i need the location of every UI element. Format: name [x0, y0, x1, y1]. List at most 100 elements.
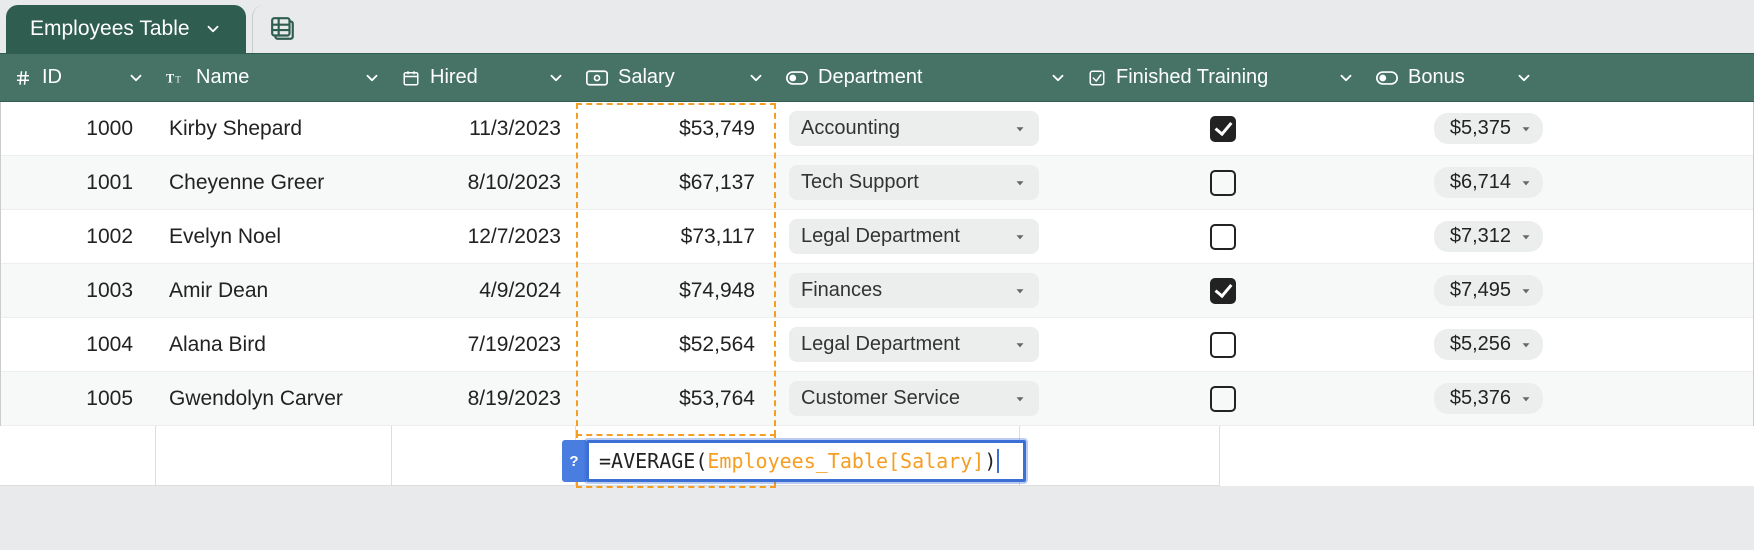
bonus-select[interactable]: $7,312: [1434, 221, 1543, 252]
chevron-down-icon[interactable]: [204, 20, 222, 38]
cell-name[interactable]: Kirby Shepard: [157, 102, 393, 155]
formula-help-button[interactable]: ?: [562, 440, 586, 482]
finished-training-checkbox[interactable]: [1210, 116, 1236, 142]
caret-down-icon: [1013, 122, 1027, 136]
empty-cell[interactable]: [1020, 426, 1220, 486]
svg-text:T: T: [175, 74, 181, 84]
column-header-bonus[interactable]: Bonus: [1366, 54, 1556, 101]
caret-down-icon: [1519, 122, 1533, 136]
chevron-down-icon[interactable]: [1505, 69, 1533, 87]
column-header-id[interactable]: ID: [0, 54, 156, 101]
cell-salary[interactable]: $74,948: [577, 264, 777, 317]
department-select[interactable]: Customer Service: [789, 381, 1039, 416]
chevron-down-icon[interactable]: [537, 69, 565, 87]
cell-id[interactable]: 1003: [1, 264, 157, 317]
cell-salary[interactable]: $67,137: [577, 156, 777, 209]
department-select[interactable]: Legal Department: [789, 327, 1039, 362]
cell-hired[interactable]: 11/3/2023: [393, 102, 577, 155]
cell-finished-training[interactable]: [1079, 210, 1367, 263]
cell-department[interactable]: Legal Department: [777, 210, 1079, 263]
chevron-down-icon[interactable]: [1039, 69, 1067, 87]
finished-training-checkbox[interactable]: [1210, 386, 1236, 412]
caret-down-icon: [1519, 176, 1533, 190]
table-grid-icon: [270, 16, 296, 42]
empty-cell[interactable]: [392, 426, 576, 486]
text-type-icon: TT: [166, 69, 186, 87]
bonus-select[interactable]: $6,714: [1434, 167, 1543, 198]
add-view-button[interactable]: [252, 5, 314, 53]
bonus-select[interactable]: $5,256: [1434, 329, 1543, 360]
department-select[interactable]: Legal Department: [789, 219, 1039, 254]
formula-input[interactable]: =AVERAGE(Employees_Table[Salary]): [586, 440, 1026, 482]
finished-training-checkbox[interactable]: [1210, 224, 1236, 250]
finished-training-checkbox[interactable]: [1210, 332, 1236, 358]
chevron-down-icon[interactable]: [353, 69, 381, 87]
cell-id[interactable]: 1001: [1, 156, 157, 209]
column-label: Name: [196, 66, 249, 89]
bonus-select[interactable]: $5,375: [1434, 113, 1543, 144]
cell-finished-training[interactable]: [1079, 372, 1367, 425]
cell-name[interactable]: Gwendolyn Carver: [157, 372, 393, 425]
cell-bonus[interactable]: $6,714: [1367, 156, 1557, 209]
column-header-name[interactable]: TT Name: [156, 54, 392, 101]
formula-editor[interactable]: ? =AVERAGE(Employees_Table[Salary]): [562, 440, 1026, 482]
cell-department[interactable]: Finances: [777, 264, 1079, 317]
cell-department[interactable]: Customer Service: [777, 372, 1079, 425]
empty-cell[interactable]: [156, 426, 392, 486]
column-header-salary[interactable]: Salary: [576, 54, 776, 101]
bonus-value: $5,256: [1450, 333, 1511, 356]
department-select[interactable]: Finances: [789, 273, 1039, 308]
cell-name[interactable]: Evelyn Noel: [157, 210, 393, 263]
cell-hired[interactable]: 7/19/2023: [393, 318, 577, 371]
chevron-down-icon[interactable]: [1327, 69, 1355, 87]
column-header-finished-training[interactable]: Finished Training: [1078, 54, 1366, 101]
department-select[interactable]: Accounting: [789, 111, 1039, 146]
hash-icon: [14, 69, 32, 87]
finished-training-checkbox[interactable]: [1210, 170, 1236, 196]
cell-finished-training[interactable]: [1079, 318, 1367, 371]
cell-salary[interactable]: $53,764: [577, 372, 777, 425]
cell-bonus[interactable]: $7,495: [1367, 264, 1557, 317]
column-label: Department: [818, 66, 923, 89]
cell-bonus[interactable]: $5,375: [1367, 102, 1557, 155]
cell-bonus[interactable]: $7,312: [1367, 210, 1557, 263]
cell-salary[interactable]: $53,749: [577, 102, 777, 155]
finished-training-checkbox[interactable]: [1210, 278, 1236, 304]
tab-employees-table[interactable]: Employees Table: [6, 5, 246, 53]
cell-id[interactable]: 1005: [1, 372, 157, 425]
text-cursor: [997, 449, 999, 473]
cell-id[interactable]: 1000: [1, 102, 157, 155]
cell-name[interactable]: Amir Dean: [157, 264, 393, 317]
empty-cell[interactable]: [0, 426, 156, 486]
cell-name[interactable]: Cheyenne Greer: [157, 156, 393, 209]
cell-id[interactable]: 1002: [1, 210, 157, 263]
chevron-down-icon[interactable]: [117, 69, 145, 87]
cell-hired[interactable]: 12/7/2023: [393, 210, 577, 263]
department-value: Customer Service: [801, 387, 960, 410]
cell-salary[interactable]: $73,117: [577, 210, 777, 263]
bonus-select[interactable]: $7,495: [1434, 275, 1543, 306]
table-row: 1005 Gwendolyn Carver 8/19/2023 $53,764 …: [1, 372, 1753, 426]
cell-department[interactable]: Legal Department: [777, 318, 1079, 371]
cell-hired[interactable]: 8/19/2023: [393, 372, 577, 425]
cell-finished-training[interactable]: [1079, 102, 1367, 155]
cell-id[interactable]: 1004: [1, 318, 157, 371]
bonus-select[interactable]: $5,376: [1434, 383, 1543, 414]
bonus-value: $7,495: [1450, 279, 1511, 302]
cell-salary[interactable]: $52,564: [577, 318, 777, 371]
cell-department[interactable]: Accounting: [777, 102, 1079, 155]
column-header-hired[interactable]: Hired: [392, 54, 576, 101]
cell-hired[interactable]: 8/10/2023: [393, 156, 577, 209]
cell-bonus[interactable]: $5,256: [1367, 318, 1557, 371]
cell-name[interactable]: Alana Bird: [157, 318, 393, 371]
table-row: 1000 Kirby Shepard 11/3/2023 $53,749 Acc…: [1, 102, 1753, 156]
cell-bonus[interactable]: $5,376: [1367, 372, 1557, 425]
column-header-department[interactable]: Department: [776, 54, 1078, 101]
cell-department[interactable]: Tech Support: [777, 156, 1079, 209]
cell-hired[interactable]: 4/9/2024: [393, 264, 577, 317]
calendar-icon: [402, 69, 420, 87]
chevron-down-icon[interactable]: [737, 69, 765, 87]
cell-finished-training[interactable]: [1079, 264, 1367, 317]
department-select[interactable]: Tech Support: [789, 165, 1039, 200]
cell-finished-training[interactable]: [1079, 156, 1367, 209]
